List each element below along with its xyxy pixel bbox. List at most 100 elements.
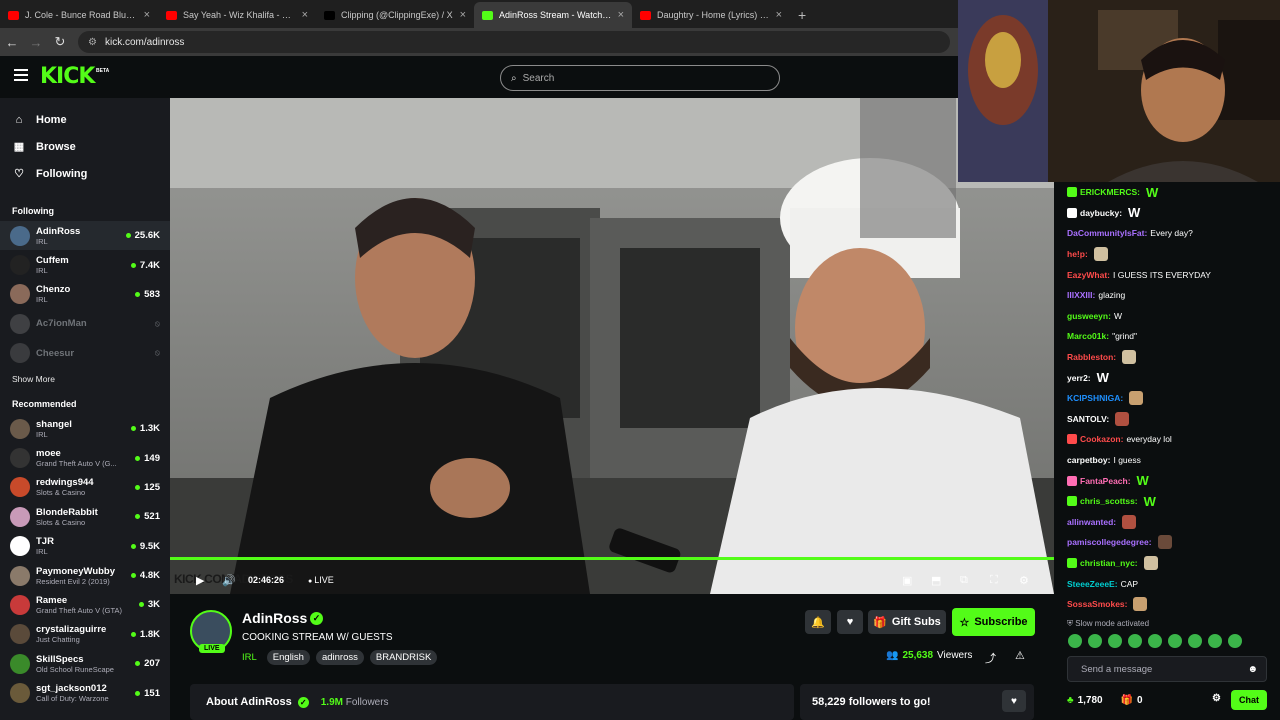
channel-category: Grand Theft Auto V (G... bbox=[36, 459, 117, 469]
chat-username[interactable]: ERICKMERCS: bbox=[1080, 187, 1140, 197]
browser-tab[interactable]: Daughtry - Home (Lyrics) - YouT × bbox=[632, 2, 790, 28]
chat-text: Every day? bbox=[1150, 228, 1193, 239]
play-icon[interactable]: ▶ bbox=[196, 574, 204, 587]
sidebar-channel[interactable]: sgt_jackson012 Call of Duty: Warzone 151 bbox=[0, 678, 170, 707]
close-tab-icon[interactable]: × bbox=[302, 9, 308, 21]
fullscreen-icon[interactable]: ⛶ bbox=[990, 574, 998, 587]
new-tab-button[interactable]: + bbox=[790, 2, 814, 28]
tag-pill[interactable]: adinross bbox=[315, 650, 364, 665]
forward-icon[interactable]: → bbox=[24, 35, 48, 50]
chat-username[interactable]: chris_scottss: bbox=[1080, 496, 1138, 506]
chat-username[interactable]: IIIXXIII: bbox=[1067, 290, 1095, 300]
share-icon[interactable]: ⤴ bbox=[985, 650, 996, 666]
heart-icon[interactable]: ♥ bbox=[1002, 690, 1026, 712]
chat-footer: ♣ 1,780 🎁 0 ⚙ Chat bbox=[1067, 690, 1267, 710]
browser-tab[interactable]: AdinRoss Stream - Watch Live o × bbox=[474, 2, 632, 28]
chat-send-button[interactable]: Chat bbox=[1231, 690, 1267, 710]
sidebar-channel[interactable]: AdinRoss IRL 25.6K bbox=[0, 221, 170, 251]
emote-button[interactable] bbox=[1208, 634, 1222, 648]
sidebar-channel[interactable]: shangel IRL 1.3K bbox=[0, 414, 170, 443]
sidebar-channel[interactable]: moee Grand Theft Auto V (G... 149 bbox=[0, 443, 170, 472]
theater-icon[interactable]: ▣ bbox=[902, 574, 912, 587]
menu-icon[interactable] bbox=[14, 69, 28, 81]
sidebar-channel[interactable]: PaymoneyWubby Resident Evil 2 (2019) 4.8K bbox=[0, 561, 170, 590]
chat-username[interactable]: yerr2: bbox=[1067, 373, 1091, 383]
pip-icon[interactable]: ⧉ bbox=[960, 574, 968, 587]
video-player[interactable]: KICK.COM/ADINROSS ▶ 🔊 02:46:26 LIVE ▣ ⬒ … bbox=[170, 98, 1054, 594]
notification-bell-button[interactable]: 🔔 bbox=[805, 610, 831, 634]
category-link[interactable]: IRL bbox=[242, 652, 257, 663]
chat-username[interactable]: Marco01k: bbox=[1067, 331, 1109, 341]
verified-icon: ✓ bbox=[310, 612, 323, 625]
nav-home[interactable]: ⌂ Home bbox=[0, 106, 170, 133]
emote-button[interactable] bbox=[1068, 634, 1082, 648]
emote-button[interactable] bbox=[1168, 634, 1182, 648]
browser-tab[interactable]: J. Cole - Bunce Road Blues (Inst × bbox=[0, 2, 158, 28]
report-icon[interactable]: ⚠ bbox=[1015, 649, 1025, 662]
close-tab-icon[interactable]: × bbox=[618, 9, 624, 21]
sidebar-channel[interactable]: Cheesur ⦸ bbox=[0, 339, 170, 368]
tag-pill[interactable]: BRANDRISK bbox=[369, 650, 438, 665]
follow-button[interactable]: ♥ bbox=[837, 610, 863, 634]
chat-username[interactable]: Rabbleston: bbox=[1067, 352, 1116, 362]
nav-browse[interactable]: ▦ Browse bbox=[0, 133, 170, 160]
emoji-icon[interactable]: ☻ bbox=[1247, 664, 1258, 675]
chat-settings-icon[interactable]: ⚙ bbox=[1212, 693, 1221, 704]
subscribe-button[interactable]: ☆ Subscribe bbox=[952, 608, 1035, 636]
sidebar-channel[interactable]: Ac7ionMan ⦸ bbox=[0, 309, 170, 338]
progress-bar[interactable] bbox=[170, 557, 1054, 560]
emote-button[interactable] bbox=[1128, 634, 1142, 648]
emote-button[interactable] bbox=[1188, 634, 1202, 648]
kick-logo[interactable]: KICK bbox=[40, 64, 95, 89]
show-more-link[interactable]: Show More bbox=[0, 368, 170, 390]
sidebar-channel[interactable]: Chenzo IRL 583 bbox=[0, 280, 170, 309]
browser-tab[interactable]: Clipping (@ClippingExe) / X × bbox=[316, 2, 474, 28]
chat-username[interactable]: EazyWhat: bbox=[1067, 270, 1110, 280]
viewer-count: 125 bbox=[135, 482, 160, 493]
nav-following[interactable]: ♡ Following bbox=[0, 160, 170, 187]
tag-pill[interactable]: English bbox=[266, 650, 310, 665]
emote-button[interactable] bbox=[1108, 634, 1122, 648]
chat-username[interactable]: KCIPSHNIGA: bbox=[1067, 393, 1123, 403]
sidebar-channel[interactable]: TJR IRL 9.5K bbox=[0, 532, 170, 561]
follower-goal: 58,229 followers to go! ♥ bbox=[800, 684, 1034, 720]
chat-username[interactable]: pamiscollegedegree: bbox=[1067, 537, 1152, 547]
chat-username[interactable]: allinwanted: bbox=[1067, 517, 1116, 527]
sidebar-channel[interactable]: BlondeRabbit Slots & Casino 521 bbox=[0, 502, 170, 531]
emote-button[interactable] bbox=[1088, 634, 1102, 648]
site-settings-icon[interactable]: ⚙ bbox=[88, 37, 97, 48]
emote-button[interactable] bbox=[1228, 634, 1242, 648]
sidebar-channel[interactable]: SkillSpecs Old School RuneScape 207 bbox=[0, 649, 170, 678]
chat-username[interactable]: carpetboy: bbox=[1067, 455, 1110, 465]
gift-subs-button[interactable]: 🎁 Gift Subs bbox=[868, 610, 946, 634]
chat-username[interactable]: SANTOLV: bbox=[1067, 414, 1109, 424]
chat-username[interactable]: SossaSmokes: bbox=[1067, 599, 1127, 609]
clip-icon[interactable]: ⬒ bbox=[931, 574, 941, 587]
channel-name[interactable]: AdinRoss bbox=[242, 610, 307, 626]
sidebar-channel[interactable]: redwings944 Slots & Casino 125 bbox=[0, 473, 170, 502]
reload-icon[interactable]: ↻ bbox=[48, 34, 72, 50]
chat-username[interactable]: daybucky: bbox=[1080, 208, 1122, 218]
chat-username[interactable]: Cookazon: bbox=[1080, 434, 1123, 444]
chat-username[interactable]: gusweeyn: bbox=[1067, 311, 1111, 321]
sidebar-channel[interactable]: Ramee Grand Theft Auto V (GTA) 3K bbox=[0, 590, 170, 619]
url-field[interactable]: ⚙ kick.com/adinross bbox=[78, 31, 950, 53]
emote-button[interactable] bbox=[1148, 634, 1162, 648]
chat-username[interactable]: christian_nyc: bbox=[1080, 558, 1138, 568]
close-tab-icon[interactable]: × bbox=[460, 9, 466, 21]
chat-username[interactable]: SteeeZeeeE: bbox=[1067, 579, 1118, 589]
chat-username[interactable]: FantaPeach: bbox=[1080, 476, 1131, 486]
browser-tab[interactable]: Say Yeah - Wiz Khalifa - YouTub × bbox=[158, 2, 316, 28]
close-tab-icon[interactable]: × bbox=[144, 9, 150, 21]
chat-message: christian_nyc: bbox=[1054, 553, 1280, 574]
chat-username[interactable]: he!p: bbox=[1067, 249, 1088, 259]
chat-username[interactable]: DaCommunityIsFat: bbox=[1067, 228, 1147, 238]
chat-input[interactable]: Send a message ☻ bbox=[1067, 656, 1267, 682]
close-tab-icon[interactable]: × bbox=[776, 9, 782, 21]
search-input[interactable]: ⌕ Search bbox=[500, 65, 780, 91]
sidebar-channel[interactable]: crystalizaguirre Just Chatting 1.8K bbox=[0, 620, 170, 649]
settings-icon[interactable]: ⚙ bbox=[1019, 574, 1029, 587]
volume-icon[interactable]: 🔊 bbox=[222, 574, 236, 587]
sidebar-channel[interactable]: Cuffem IRL 7.4K bbox=[0, 250, 170, 279]
back-icon[interactable]: ← bbox=[0, 35, 24, 50]
